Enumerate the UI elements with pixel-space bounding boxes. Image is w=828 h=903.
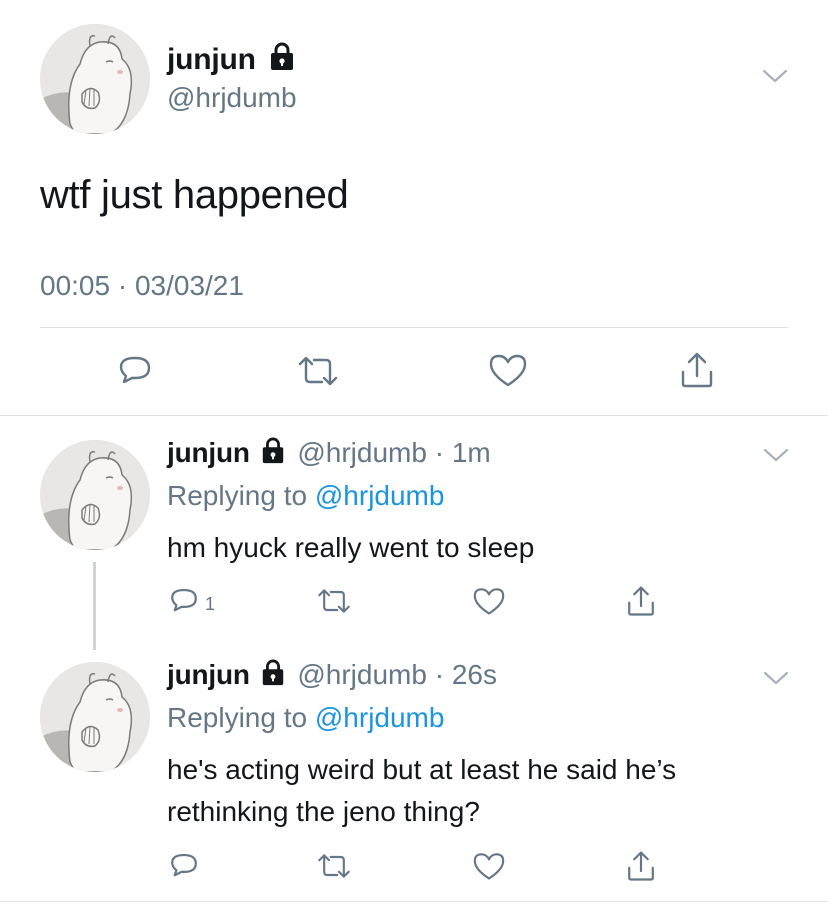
reply-icon[interactable]	[168, 850, 200, 887]
like-icon[interactable]	[472, 586, 506, 621]
retweet-icon[interactable]	[296, 354, 340, 393]
author-handle[interactable]: @hrjdumb	[297, 659, 427, 690]
reply-time: · 26s	[434, 659, 497, 690]
divider	[40, 327, 788, 328]
lock-icon	[260, 659, 286, 694]
lock-icon	[260, 437, 286, 472]
reply-icon[interactable]	[168, 585, 200, 622]
thread-line	[93, 562, 96, 650]
replying-to: Replying to @hrjdumb	[167, 480, 445, 511]
divider	[0, 901, 828, 902]
author-handle[interactable]: @hrjdumb	[297, 437, 427, 468]
reply-text: he's acting weird but at least he said h…	[167, 754, 677, 827]
reply-header: junjun @hrjdumb · 26s	[167, 659, 497, 694]
like-icon[interactable]	[488, 352, 528, 393]
lock-icon	[268, 42, 296, 80]
replying-to-link[interactable]: @hrjdumb	[315, 702, 445, 733]
avatar[interactable]	[40, 24, 150, 134]
like-icon[interactable]	[472, 851, 506, 886]
chevron-down-icon[interactable]	[763, 447, 789, 468]
reply-header: junjun @hrjdumb · 1m	[167, 437, 491, 472]
avatar[interactable]	[40, 662, 150, 772]
chevron-down-icon[interactable]	[763, 670, 789, 691]
reply-count: 1	[205, 594, 216, 614]
share-icon[interactable]	[625, 849, 657, 888]
share-icon[interactable]	[625, 584, 657, 623]
author-handle[interactable]: @hrjdumb	[167, 82, 297, 114]
timestamp: 00:05 · 03/03/21	[40, 270, 244, 301]
divider	[0, 415, 828, 416]
retweet-icon[interactable]	[316, 852, 352, 885]
reply-icon[interactable]	[116, 352, 154, 395]
chevron-down-icon[interactable]	[762, 68, 788, 89]
author-name[interactable]: junjun	[167, 659, 250, 690]
reply-text: hm hyuck really went to sleep	[167, 532, 535, 563]
replying-to: Replying to @hrjdumb	[167, 702, 445, 733]
reply-time: · 1m	[434, 437, 491, 468]
author-name[interactable]: junjun	[167, 42, 296, 80]
author-name[interactable]: junjun	[167, 437, 250, 468]
share-icon[interactable]	[678, 350, 716, 395]
avatar[interactable]	[40, 440, 150, 550]
retweet-icon[interactable]	[316, 587, 352, 620]
tweet-text: wtf just happened	[40, 173, 349, 217]
replying-to-link[interactable]: @hrjdumb	[315, 480, 445, 511]
